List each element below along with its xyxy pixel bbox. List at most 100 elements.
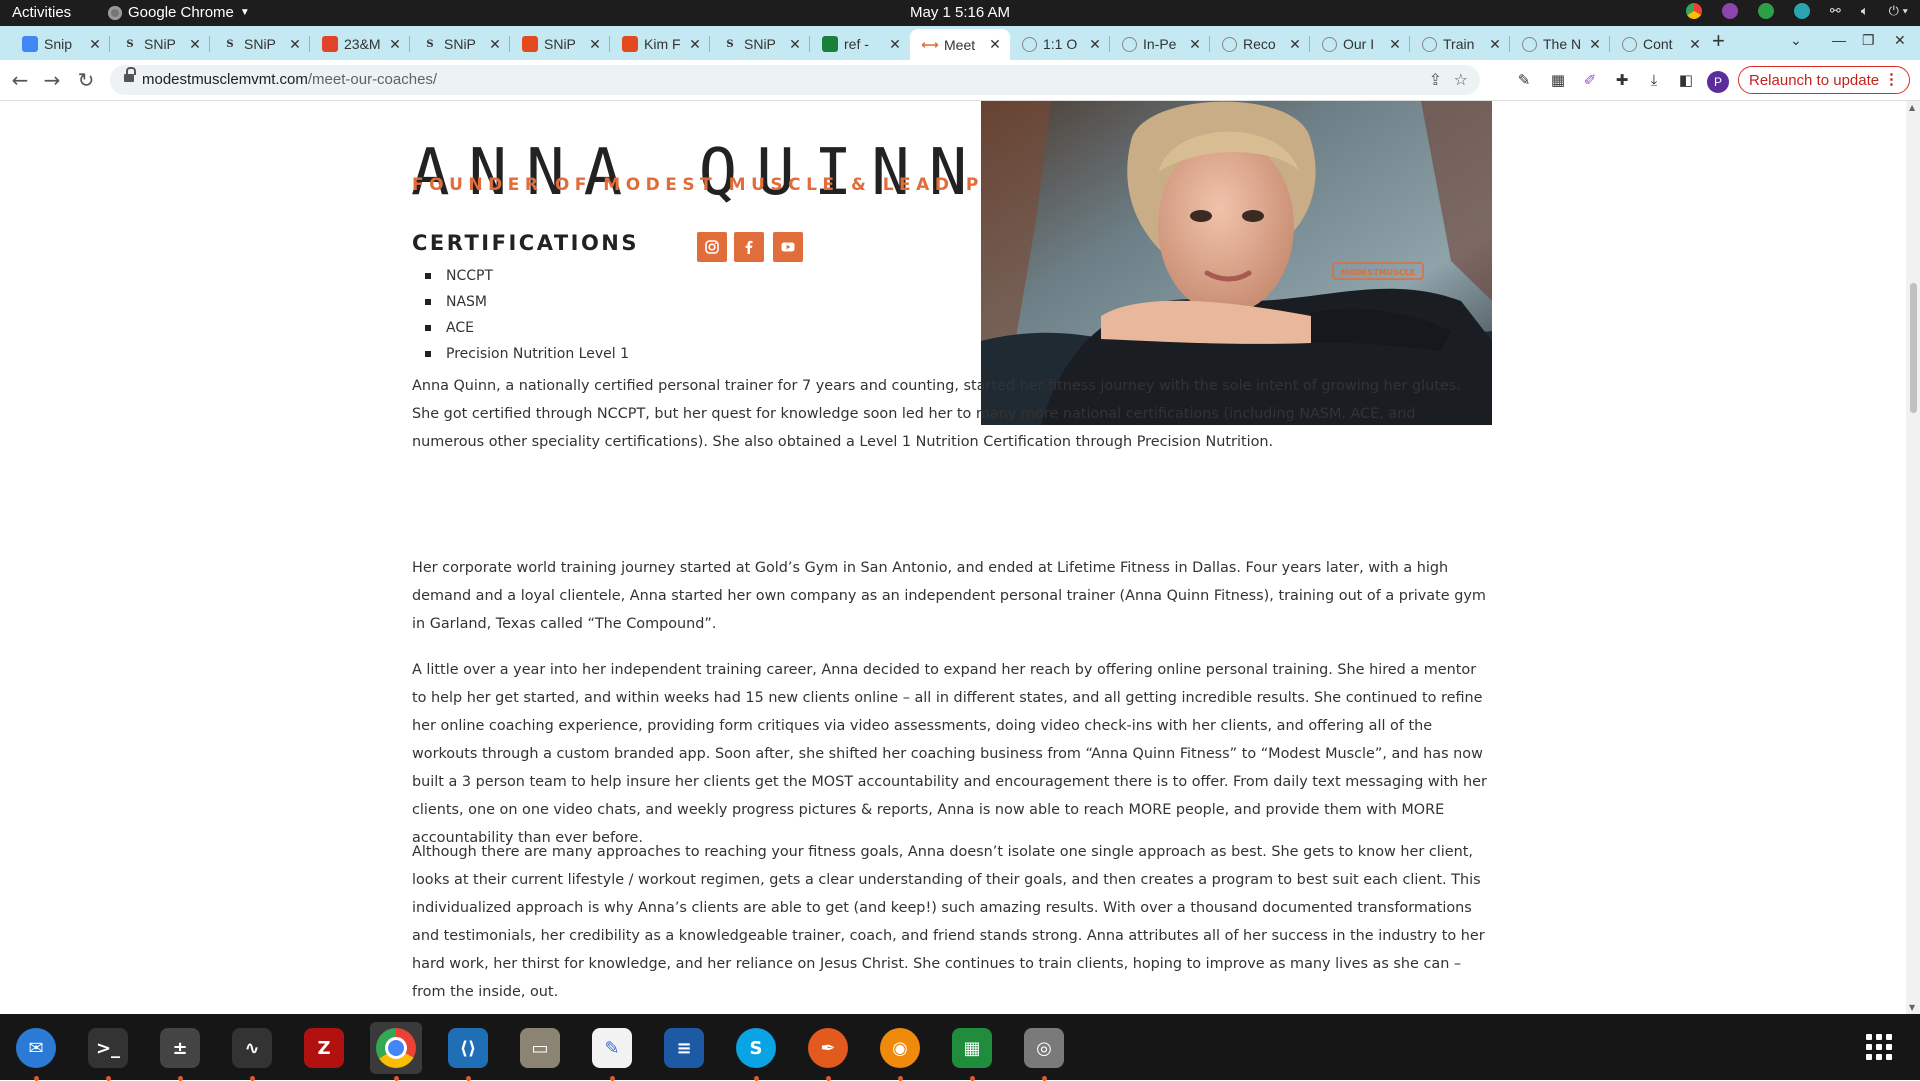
tab-close-icon[interactable]: ✕ (1286, 36, 1304, 53)
snip-logo-icon: S (726, 38, 734, 50)
show-applications-icon[interactable] (1866, 1034, 1892, 1060)
lock-icon[interactable] (124, 67, 136, 84)
relaunch-to-update-button[interactable]: Relaunch to update ⋮ (1738, 66, 1910, 94)
tab[interactable]: S SNiP ✕ (110, 29, 210, 59)
tab-close-icon[interactable]: ✕ (886, 36, 904, 53)
network-icon[interactable]: ⚯ (1830, 3, 1841, 19)
terminal-icon[interactable]: >_ (82, 1022, 134, 1074)
calc-sheets-icon[interactable]: ▦ (946, 1022, 998, 1074)
tab[interactable]: SNiP ✕ (510, 29, 610, 59)
blender-icon-glyph: ◉ (880, 1028, 920, 1068)
tab-close-icon[interactable]: ✕ (1386, 36, 1404, 53)
tray-app-icon[interactable] (1721, 3, 1738, 19)
running-indicator (394, 1076, 399, 1081)
activities-button[interactable]: Activities (12, 4, 71, 21)
calendar-extension-icon[interactable]: ▦ (1548, 70, 1568, 90)
tab-close-icon[interactable]: ✕ (286, 36, 304, 53)
downloads-icon[interactable]: ⤓ (1644, 70, 1664, 90)
youtube-link[interactable] (773, 232, 803, 262)
tab[interactable]: ref - ✕ (810, 29, 910, 59)
scrollbar-thumb[interactable] (1910, 283, 1917, 413)
clock[interactable]: May 1 5:16 AM (910, 4, 1010, 21)
tab-close-icon[interactable]: ✕ (586, 36, 604, 53)
reload-icon[interactable]: ↻ (74, 68, 98, 92)
share-icon[interactable]: ⇪ (1429, 70, 1442, 89)
tab[interactable]: S SNiP ✕ (410, 29, 510, 59)
tab-close-icon[interactable]: ✕ (1086, 36, 1104, 53)
tray-network-app-icon[interactable] (1793, 3, 1810, 19)
writer-icon[interactable]: ≡ (658, 1022, 710, 1074)
bio-paragraph: Although there are many approaches to re… (412, 844, 1485, 1000)
files-icon[interactable]: ▭ (514, 1022, 566, 1074)
tab[interactable]: Our I ✕ (1310, 29, 1410, 59)
tab[interactable]: In-Pe ✕ (1110, 29, 1210, 59)
profile-avatar[interactable]: P (1707, 71, 1729, 93)
facebook-link[interactable] (734, 232, 764, 262)
tab[interactable]: Snip ✕ (10, 29, 110, 59)
tab[interactable]: Kim F ✕ (610, 29, 710, 59)
chrome-tray-icon[interactable] (1685, 3, 1702, 19)
new-tab-button[interactable]: + (1712, 28, 1725, 54)
thunderbird-icon[interactable]: ✉ (10, 1022, 62, 1074)
extensions-puzzle-icon[interactable]: ✚ (1612, 70, 1632, 90)
pen-extension-icon[interactable]: ✐ (1580, 70, 1600, 90)
tab[interactable]: Train ✕ (1410, 29, 1510, 59)
tab-close-icon[interactable]: ✕ (786, 36, 804, 53)
certification-item: NCCPT (412, 263, 629, 289)
instagram-link[interactable] (697, 232, 727, 262)
tab-close-icon[interactable]: ✕ (186, 36, 204, 53)
blender-icon[interactable]: ◉ (874, 1022, 926, 1074)
restore-icon[interactable]: ❐ (1862, 32, 1875, 49)
address-bar[interactable]: modestmusclemvmt.com/meet-our-coaches/ ⇪… (110, 65, 1480, 95)
tab-close-icon[interactable]: ✕ (386, 36, 404, 53)
back-icon[interactable]: ← (8, 68, 32, 92)
close-window-icon[interactable]: ✕ (1894, 32, 1906, 49)
tab-close-icon[interactable]: ✕ (1186, 36, 1204, 53)
tab[interactable]: 1:1 O ✕ (1010, 29, 1110, 59)
tab-close-icon[interactable]: ✕ (1686, 36, 1704, 53)
tab-title: SNiP (744, 36, 776, 52)
calculator-icon[interactable]: ± (154, 1022, 206, 1074)
text-editor-icon[interactable]: ✎ (586, 1022, 638, 1074)
tab-close-icon[interactable]: ✕ (486, 36, 504, 53)
tab-title: SNiP (244, 36, 276, 52)
app-menu[interactable]: Google Chrome ▼ (108, 4, 250, 21)
app-menu-label: Google Chrome (128, 4, 234, 21)
system-monitor-icon[interactable]: ∿ (226, 1022, 278, 1074)
disk-icon[interactable]: ◎ (1018, 1022, 1070, 1074)
page-scrollbar[interactable]: ▲ ▼ (1906, 101, 1920, 1014)
minimize-icon[interactable]: — (1832, 32, 1846, 48)
tab[interactable]: S SNiP ✕ (210, 29, 310, 59)
eyedropper-extension-icon[interactable]: ✎ (1514, 70, 1534, 90)
power-icon[interactable]: ⏻ ▾ (1889, 3, 1908, 19)
side-panel-icon[interactable]: ◧ (1676, 70, 1696, 90)
tab[interactable]: S SNiP ✕ (710, 29, 810, 59)
scroll-up-arrow-icon[interactable]: ▲ (1909, 103, 1915, 112)
tab[interactable]: 23&M ✕ (310, 29, 410, 59)
vscode-icon[interactable]: ⟨⟩ (442, 1022, 494, 1074)
tab[interactable]: The N ✕ (1510, 29, 1610, 59)
url-text[interactable]: modestmusclemvmt.com/meet-our-coaches/ (142, 71, 437, 88)
running-indicator (970, 1076, 975, 1081)
files-icon-glyph: ▭ (520, 1028, 560, 1068)
inkscape-icon[interactable]: ✒ (802, 1022, 854, 1074)
tab[interactable]: Cont ✕ (1610, 29, 1710, 59)
skype-icon[interactable]: S (730, 1022, 782, 1074)
scroll-down-arrow-icon[interactable]: ▼ (1909, 1003, 1915, 1012)
filezilla-icon[interactable]: Z (298, 1022, 350, 1074)
tab[interactable]: Reco ✕ (1210, 29, 1310, 59)
tray-sync-icon[interactable] (1757, 3, 1774, 19)
tab-close-icon[interactable]: ✕ (686, 36, 704, 53)
tab-close-icon[interactable]: ✕ (1486, 36, 1504, 53)
tab-close-icon[interactable]: ✕ (1586, 36, 1604, 53)
tab[interactable]: ⟷ Meet ✕ (910, 29, 1010, 60)
tab-close-icon[interactable]: ✕ (986, 36, 1004, 53)
tab-close-icon[interactable]: ✕ (86, 36, 104, 53)
bookmark-star-icon[interactable]: ☆ (1454, 70, 1468, 89)
sheets-icon (822, 36, 838, 52)
tab-search-icon[interactable]: ⌄ (1790, 33, 1802, 49)
forward-icon[interactable]: → (40, 68, 64, 92)
volume-icon[interactable]: 🔈︎ (1861, 3, 1869, 19)
snip-logo-icon: S (226, 38, 234, 50)
chrome-icon[interactable] (370, 1022, 422, 1074)
